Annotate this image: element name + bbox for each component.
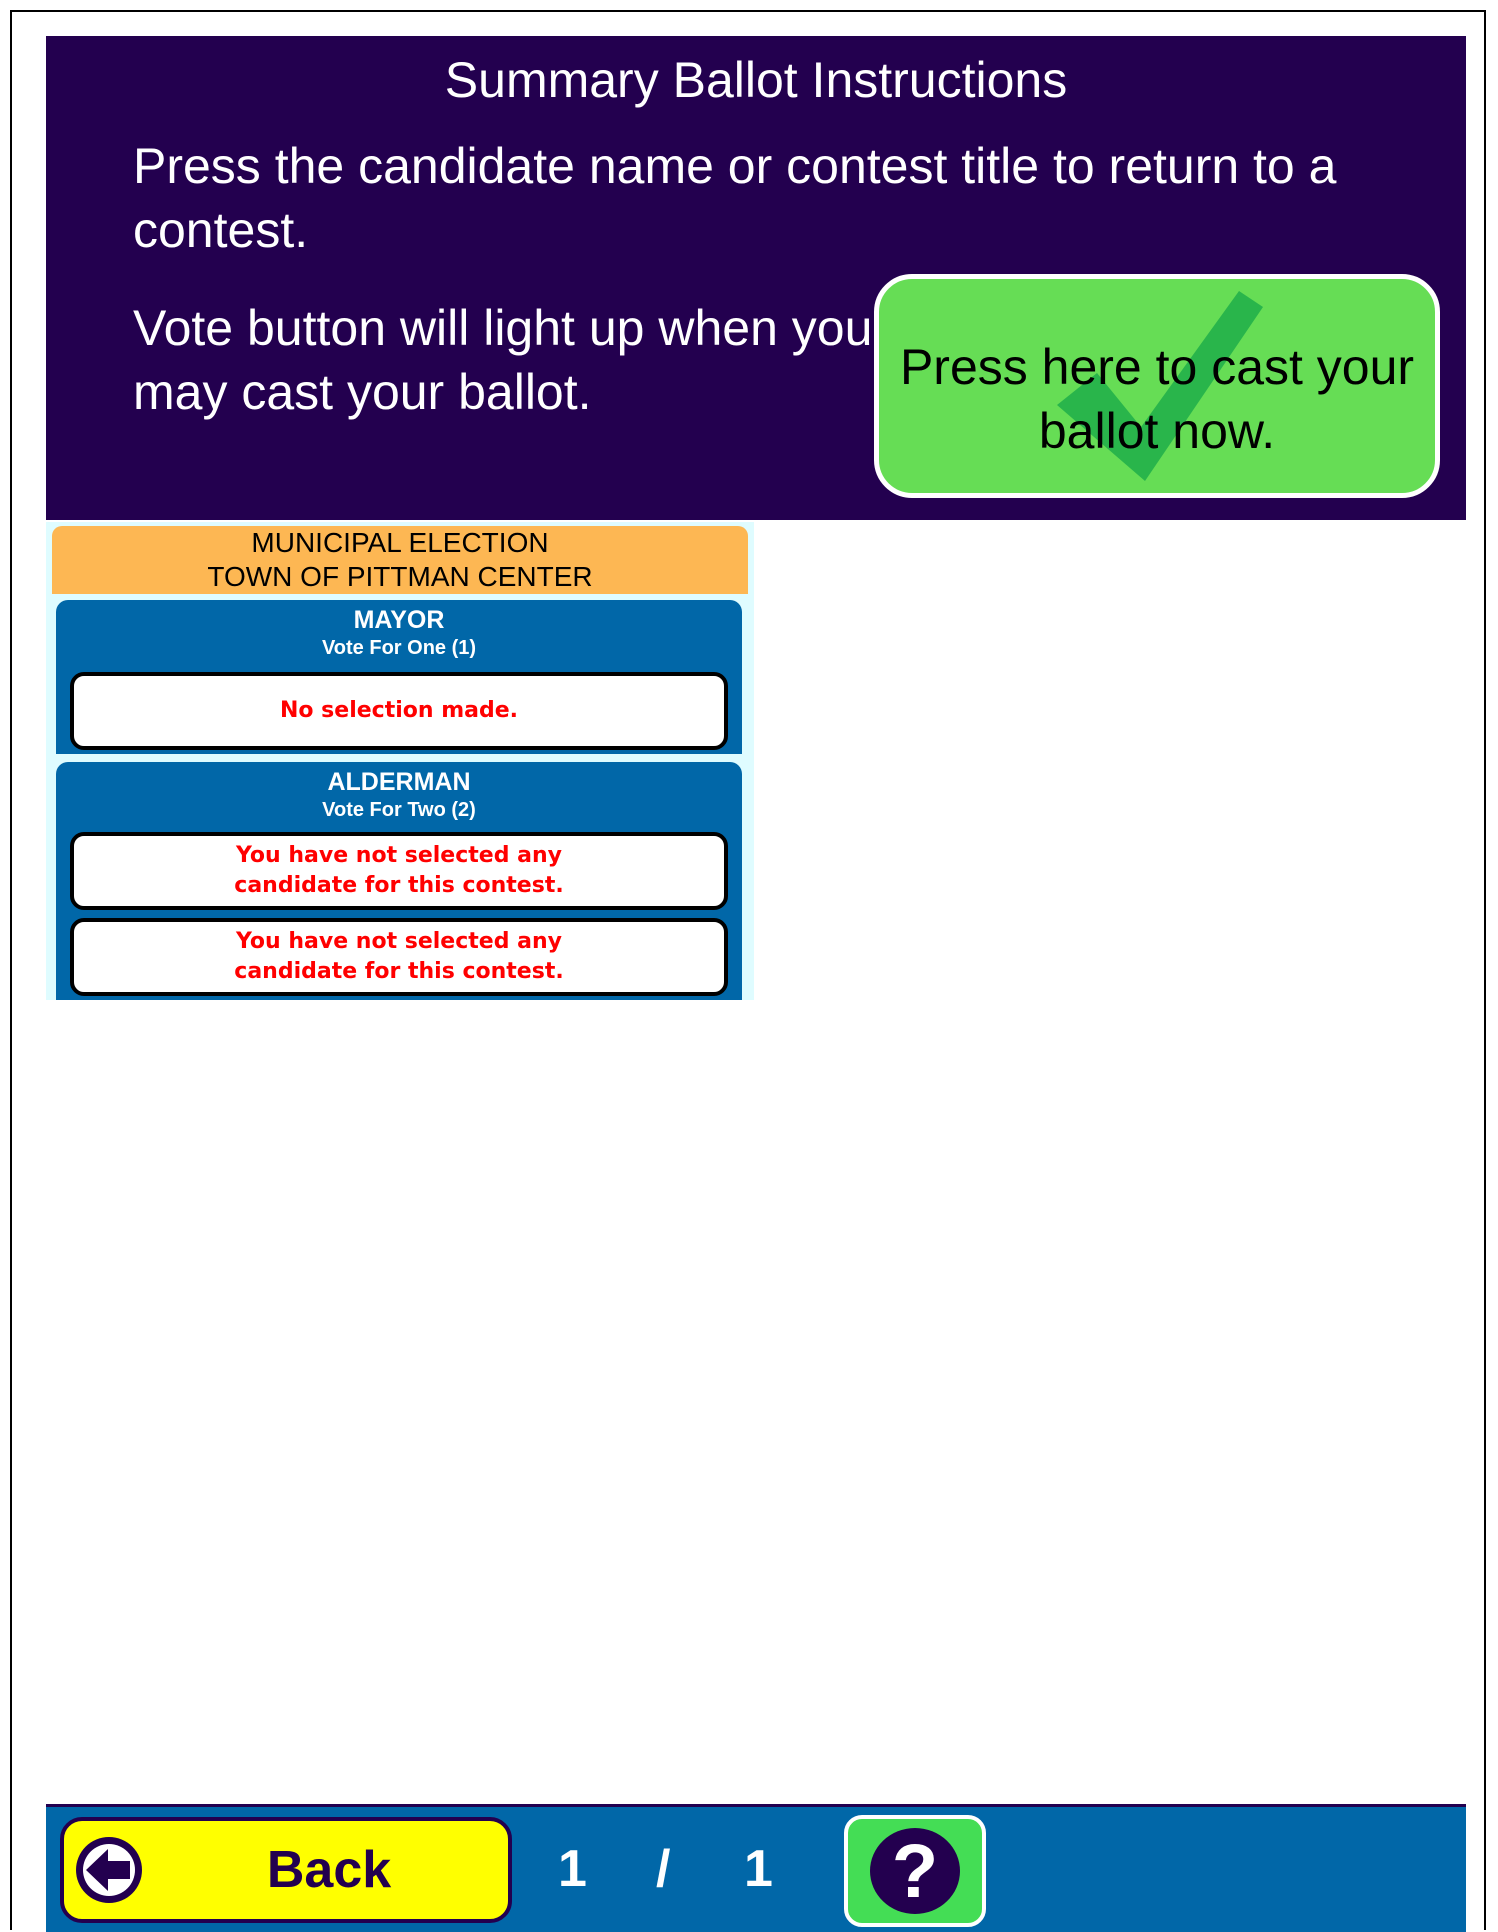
instruction-vote: Vote button will light up when you may c… — [133, 300, 873, 420]
selection-box[interactable]: You have not selected any candidate for … — [70, 832, 728, 910]
contest-vote-for: Vote For One (1) — [321, 637, 477, 659]
page-total: 1 — [744, 1840, 773, 1898]
cast-ballot-button[interactable]: Press here to cast your ballot now. — [874, 274, 1440, 498]
selection-text: No selection made. — [280, 698, 518, 723]
help-button[interactable]: ? — [844, 1815, 986, 1927]
page-separator: / — [656, 1840, 671, 1898]
contest-vote-for: Vote For Two (2) — [322, 799, 476, 821]
election-header: MUNICIPAL ELECTION TOWN OF PITTMAN CENTE… — [52, 526, 748, 594]
instruction-return: Press the candidate name or contest titl… — [133, 138, 1337, 258]
question-circle-icon: ? — [870, 1828, 960, 1914]
selection-box[interactable]: You have not selected any candidate for … — [70, 918, 728, 996]
footer-bar: Back 1 / 1 ? — [46, 1804, 1466, 1932]
ballot-summary: MUNICIPAL ELECTION TOWN OF PITTMAN CENTE… — [46, 522, 754, 1000]
selection-text: You have not selected any candidate for … — [234, 843, 564, 898]
selection-text: You have not selected any candidate for … — [234, 929, 564, 984]
arrow-left-circle-icon — [76, 1837, 142, 1903]
contest-mayor: MAYOR Vote For One (1) No selection made… — [56, 600, 742, 754]
selection-box[interactable]: No selection made. — [70, 672, 728, 750]
back-label: Back — [266, 1841, 392, 1899]
contest-alderman: ALDERMAN Vote For Two (2) You have not s… — [56, 762, 742, 1000]
election-name: MUNICIPAL ELECTION — [251, 527, 549, 558]
cast-ballot-label: Press here to cast your ballot now. — [899, 339, 1415, 459]
contest-title-mayor[interactable]: MAYOR — [56, 606, 742, 634]
instructions-header: Summary Ballot Instructions Press the ca… — [46, 36, 1466, 520]
back-button[interactable]: Back — [60, 1817, 512, 1923]
page-current: 1 — [558, 1840, 587, 1898]
page-title: Summary Ballot Instructions — [444, 52, 1068, 108]
contest-title-alderman[interactable]: ALDERMAN — [56, 768, 742, 796]
svg-text:?: ? — [892, 1829, 938, 1914]
election-jurisdiction: TOWN OF PITTMAN CENTER — [207, 561, 593, 592]
